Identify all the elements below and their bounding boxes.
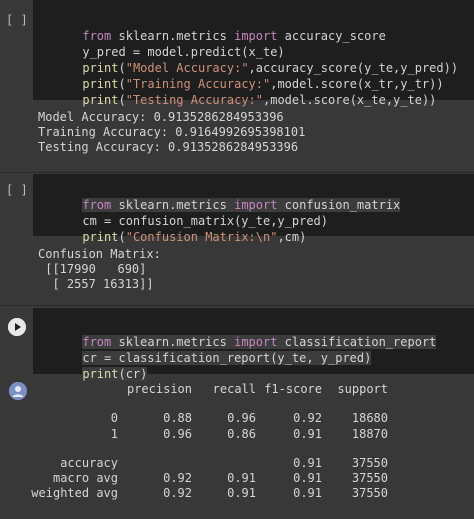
cell-divider (0, 305, 474, 306)
report-cell: 0.92 (293, 411, 322, 425)
report-row-label: weighted avg (31, 486, 118, 500)
output-text: Confusion Matrix: (38, 247, 161, 261)
report-cell: 37550 (351, 456, 388, 470)
report-header: recall (212, 382, 256, 396)
report-row-label: 1 (110, 427, 118, 441)
report-header: precision (126, 382, 192, 396)
cell-2-editor[interactable]: from sklearn.metrics import confusion_ma… (33, 174, 474, 244)
code-line: cm = confusion_matrix(y_te,y_pred) (82, 214, 328, 228)
cell-divider (0, 172, 474, 173)
code-line: print("Training Accuracy:",model.score(x… (82, 77, 444, 91)
report-cell: 18870 (351, 427, 388, 441)
report-row-label: macro avg (52, 471, 118, 485)
report-cell: 0.91 (293, 456, 322, 470)
report-cell: 37550 (351, 486, 388, 500)
code-line: print("Confusion Matrix:\n",cm) (82, 230, 307, 244)
output-avatar-icon (9, 382, 27, 400)
code-cell-2[interactable]: [ ] from sklearn.metrics import confusio… (0, 174, 474, 304)
code-cell-1[interactable]: [ ] from sklearn.metrics import accuracy… (0, 0, 474, 170)
report-cell: 0.91 (227, 471, 256, 485)
report-row-label: 0 (110, 411, 118, 425)
code-line: cr = classification_report(y_te, y_pred) (82, 351, 372, 365)
report-cell: 18680 (351, 411, 388, 425)
code-cell-3[interactable]: from sklearn.metrics import classificati… (0, 308, 474, 519)
code-line: from sklearn.metrics import accuracy_sco… (82, 29, 386, 43)
code-line: from sklearn.metrics import confusion_ma… (82, 198, 401, 212)
report-cell: 37550 (351, 471, 388, 485)
code-line: y_pred = model.predict(x_te) (82, 45, 285, 59)
report-cell: 0.96 (163, 427, 192, 441)
report-cell: 0.91 (293, 471, 322, 485)
report-header: support (337, 382, 388, 396)
code-line: from sklearn.metrics import classificati… (82, 335, 437, 349)
report-cell: 0.96 (227, 411, 256, 425)
cell-3-editor[interactable]: from sklearn.metrics import classificati… (33, 308, 474, 381)
report-cell: 0.86 (227, 427, 256, 441)
output-text: [[17990 690] (38, 262, 147, 276)
report-cell: 0.91 (293, 427, 322, 441)
cell-1-run-bracket[interactable]: [ ] (6, 12, 28, 28)
output-text: Training Accuracy: 0.9164992695398101 (38, 125, 306, 139)
report-row-label: accuracy (60, 456, 118, 470)
report-cell: 0.91 (227, 486, 256, 500)
report-cell: 0.92 (163, 471, 192, 485)
output-text: Model Accuracy: 0.9135286284953396 (38, 110, 284, 124)
code-line: print(cr) (82, 367, 148, 381)
report-cell: 0.92 (163, 486, 192, 500)
code-line: print("Testing Accuracy:",model.score(x_… (82, 93, 437, 107)
cell-1-editor[interactable]: from sklearn.metrics import accuracy_sco… (33, 0, 474, 107)
cell-2-run-bracket[interactable]: [ ] (6, 182, 28, 198)
report-cell: 0.91 (293, 486, 322, 500)
report-header: f1-score (264, 382, 322, 396)
output-text: [ 2557 16313]] (38, 277, 154, 291)
play-icon (8, 318, 26, 336)
code-line: print("Model Accuracy:",accuracy_score(y… (82, 61, 459, 75)
report-cell: 0.88 (163, 411, 192, 425)
output-text: Testing Accuracy: 0.9135286284953396 (38, 140, 299, 154)
run-cell-button[interactable] (8, 318, 26, 336)
